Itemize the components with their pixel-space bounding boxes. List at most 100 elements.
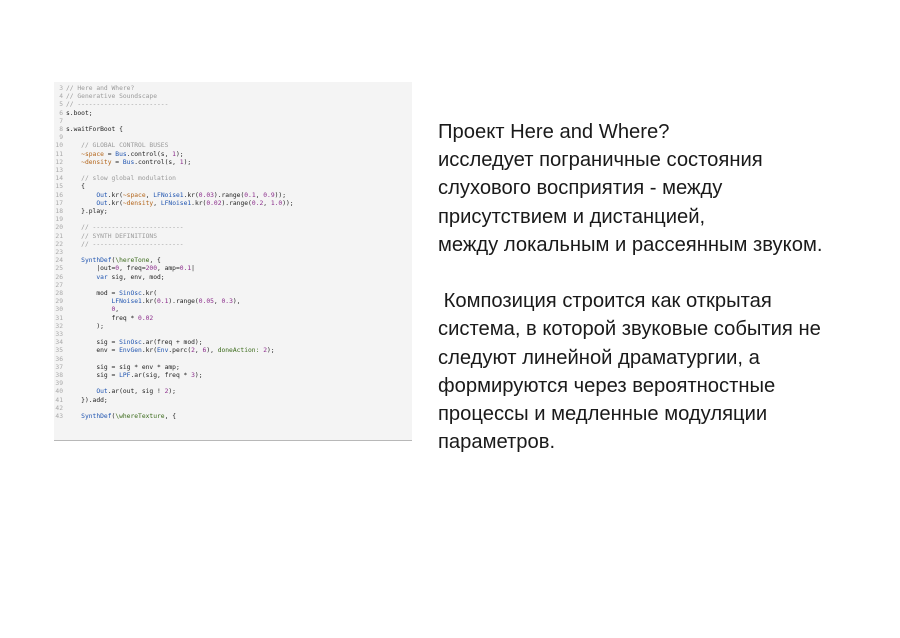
code-token: ).range( [221,199,252,207]
code-line: 30 0, [54,306,412,314]
code-token: s.waitForBoot { [66,126,123,133]
code-token: , [115,306,120,314]
code-text: s.boot; [66,110,93,118]
line-number: 3 [59,85,63,92]
code-token: { [66,183,85,191]
code-text: s.waitForBoot { [66,126,123,134]
code-text: // Generative Soundscape [66,93,157,101]
code-line: 18 }.play; [54,208,412,216]
code-token: ), [206,347,218,355]
code-token: ).range( [168,298,199,306]
code-line: 39 [54,380,412,388]
line-number: 24 [55,257,63,265]
line-number: 42 [55,404,63,412]
line-number: 9 [59,134,63,142]
code-text: // ------------------------ [66,224,183,232]
code-token: sig = [66,339,120,347]
code-token: , { [149,257,161,265]
code-token: // ------------------------ [66,101,169,109]
line-number: 31 [55,314,63,322]
code-token: )); [282,199,294,207]
line-number: 29 [55,298,63,306]
description-paragraph-1: Проект Here and Where? исследует пограни… [438,118,888,259]
text-line: параметров. [438,431,556,454]
code-text: Out.kr(~space, LFNoise1.kr(0.03).range(0… [66,192,286,200]
code-token: SinOsc [119,339,142,347]
code-line: 24 SynthDef(\hereTone, { [54,257,412,265]
code-token: SinOsc [119,290,142,297]
code-line: 15 { [54,183,412,191]
code-token: 0.1 [157,298,169,306]
text-line: между локальным и рассеянным звуком. [438,233,823,256]
code-token: .kr( [191,199,207,207]
code-line: 25 |out=0, freq=200, amp=0.1| [54,265,412,273]
line-number: 5 [59,101,63,109]
line-number: 7 [59,117,63,125]
code-token: .ar(out, sig ! [107,388,165,396]
code-text: ~density = Bus.control(s, 1); [66,159,191,167]
code-text: { [66,183,85,191]
code-token: )); [274,191,286,199]
code-line: 26 var sig, env, mod; [54,274,412,282]
code-token: var [96,273,108,281]
code-token: \hereTone [115,257,150,265]
code-token: ); [183,158,192,166]
code-token: , freq= [119,265,146,273]
text-line: следуют линейной драматургии, а [438,346,760,369]
code-text: Out.kr(~density, LFNoise1.kr(0.02).range… [66,199,294,208]
code-token: ); [168,388,176,396]
line-number: 14 [55,175,63,183]
code-line: 16 Out.kr(~space, LFNoise1.kr(0.03).rang… [54,192,412,200]
code-token: , [213,298,222,306]
code-token: // GLOBAL CONTROL BUSES [66,142,169,150]
line-number: 40 [55,388,63,396]
code-token: ); [175,150,184,158]
code-text: SynthDef(\whereTexture, { [66,413,176,421]
code-text: freq * 0.02 [66,315,153,323]
code-line: 19 [54,216,412,224]
line-number: 18 [55,208,63,215]
code-token: , amp= [157,265,180,273]
code-line: 3// Here and Where? [54,85,412,93]
code-token: Env [157,347,169,355]
line-number: 8 [59,126,63,133]
code-text: }.play; [66,208,108,216]
code-line: 8 s.waitForBoot { [54,126,412,134]
code-line: 21 // SYNTH DEFINITIONS [54,233,412,241]
code-token: .kr( [141,298,158,306]
code-token: .kr( [107,191,123,199]
code-token: // Here and Where? [66,85,135,92]
line-number: 27 [55,281,63,289]
line-number: 34 [55,339,63,347]
code-line: 13 [54,167,412,175]
line-number: 37 [55,363,63,371]
text-line: формируются через вероятностные [438,374,776,397]
text-line: присутствием и дистанцией, [438,205,706,228]
code-token: 0.02 [206,199,222,207]
line-number: 25 [55,265,63,273]
code-line: 37 sig = sig * env * amp; [54,364,412,372]
code-text: |out=0, freq=200, amp=0.1| [66,265,195,273]
code-token: , [263,199,271,207]
code-token: = [111,158,123,166]
code-token: sig = sig * env * amp; [66,363,180,371]
code-line: 9 [54,134,412,142]
code-line: 41 }).add; [54,397,412,405]
code-token: Bus [115,150,127,158]
code-token: Out [96,388,108,396]
code-line: 29 LFNoise1.kr(0.1).range(0.05, 0.3), [54,298,412,306]
code-token: }.play; [66,208,108,215]
code-line: 31 freq * 0.02 [54,315,412,323]
code-token: env = [66,347,120,355]
code-token: .perc( [168,347,192,355]
code-token: mod = [66,290,120,297]
code-token: , { [164,413,176,420]
code-token: 0.05 [198,298,214,306]
code-token: // SYNTH DEFINITIONS [66,232,157,240]
line-number: 26 [55,273,63,281]
code-token: EnvGen [119,347,142,355]
code-token: 0.1 [244,191,256,199]
